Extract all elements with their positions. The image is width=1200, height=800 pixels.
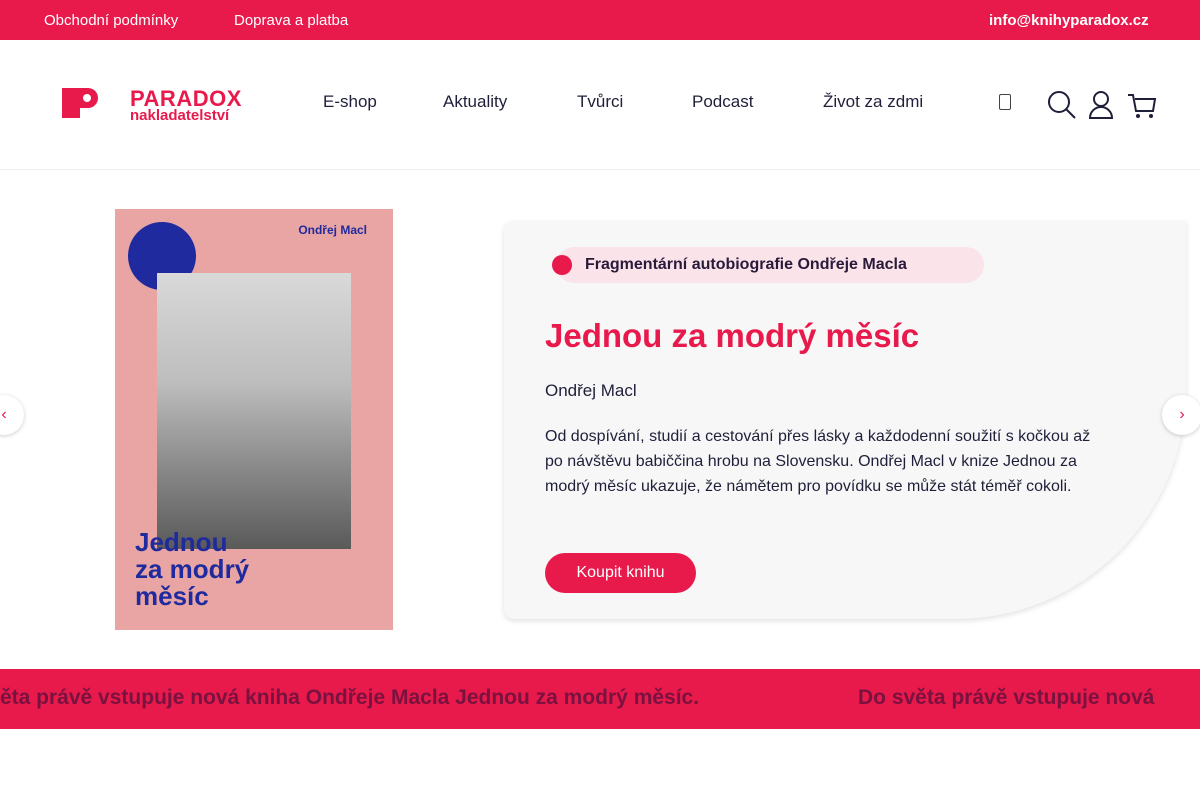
cover-author: Ondřej Macl <box>298 223 367 237</box>
nav-podcast[interactable]: Podcast <box>692 92 753 112</box>
marquee-text-repeat: Do světa právě vstupuje nová <box>858 686 1155 709</box>
prev-slide-button[interactable]: ‹ <box>0 395 24 435</box>
top-bar: Obchodní podmínky Doprava a platba info@… <box>0 0 1200 40</box>
cart-icon[interactable] <box>1127 90 1157 120</box>
search-icon[interactable] <box>1047 90 1077 120</box>
book-info-card: Fragmentární autobiografie Ondřeje Macla… <box>504 221 1186 619</box>
tag-label: Fragmentární autobiografie Ondřeje Macla <box>585 256 907 273</box>
nav-creators[interactable]: Tvůrci <box>577 92 623 112</box>
menu-icon[interactable] <box>999 94 1011 110</box>
terms-link[interactable]: Obchodní podmínky <box>44 12 178 29</box>
chevron-left-icon: ‹ <box>1 406 7 423</box>
book-tag: Fragmentární autobiografie Ondřeje Macla <box>552 247 984 283</box>
paradox-logo-icon[interactable] <box>62 88 98 118</box>
nav-eshop[interactable]: E-shop <box>323 92 377 112</box>
shipping-link[interactable]: Doprava a platba <box>234 12 348 29</box>
logo-subtitle: nakladatelství <box>130 107 230 124</box>
next-slide-button[interactable]: › <box>1162 395 1200 435</box>
cover-photo <box>157 273 351 549</box>
chevron-right-icon: › <box>1179 406 1185 423</box>
user-icon[interactable] <box>1088 90 1114 120</box>
book-description: Od dospívání, studií a cestování přes lá… <box>545 428 1091 495</box>
site-header: PARADOX nakladatelství E-shop Aktuality … <box>0 40 1200 170</box>
nav-news[interactable]: Aktuality <box>443 92 507 112</box>
book-cover[interactable]: Ondřej Macl Jednou za modrý měsíc <box>115 209 393 630</box>
nav-life-behind-walls[interactable]: Život za zdmi <box>823 92 923 112</box>
cover-title: Jednou za modrý měsíc <box>135 527 250 611</box>
book-title[interactable]: Jednou za modrý měsíc <box>545 317 919 355</box>
announcement-marquee: ěta právě vstupuje nová kniha Ondřeje Ma… <box>0 669 1200 729</box>
book-author[interactable]: Ondřej Macl <box>545 381 637 401</box>
tag-dot-icon <box>552 255 572 275</box>
buy-book-button[interactable]: Koupit knihu <box>545 553 696 593</box>
hero-slider: Ondřej Macl Jednou za modrý měsíc Fragme… <box>0 171 1200 669</box>
email-link[interactable]: info@knihyparadox.cz <box>989 12 1149 29</box>
marquee-text: ěta právě vstupuje nová kniha Ondřeje Ma… <box>0 686 700 709</box>
